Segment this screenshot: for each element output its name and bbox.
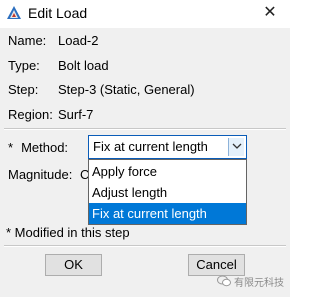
wechat-icon (217, 275, 231, 292)
separator (4, 245, 286, 247)
region-label: Region: (8, 107, 53, 122)
method-select[interactable]: Fix at current length (88, 135, 247, 159)
close-icon[interactable]: ✕ (260, 3, 280, 23)
option-apply-force[interactable]: Apply force (89, 161, 246, 182)
method-select-value: Fix at current length (93, 139, 208, 154)
modified-note: * Modified in this step (6, 225, 130, 240)
name-label: Name: (8, 33, 47, 48)
watermark-text: 有限元科技 (234, 278, 284, 290)
separator (4, 128, 286, 130)
type-value: Bolt load (58, 58, 109, 73)
step-label: Step: (8, 82, 39, 97)
required-marker: * (8, 140, 14, 155)
cancel-button[interactable]: Cancel (188, 254, 245, 276)
ok-button[interactable]: OK (45, 254, 102, 276)
window-title: Edit Load (28, 5, 88, 21)
option-adjust-length[interactable]: Adjust length (89, 182, 246, 203)
type-label: Type: (8, 58, 40, 73)
method-dropdown-list: Apply force Adjust length Fix at current… (88, 159, 247, 225)
edit-load-dialog: Edit Load ✕ Name: Load-2 Type: Bolt load… (0, 0, 290, 297)
chevron-down-icon[interactable] (228, 138, 244, 156)
title-bar: Edit Load ✕ (0, 0, 290, 28)
option-fix-at-current-length[interactable]: Fix at current length (89, 203, 246, 224)
name-value: Load-2 (58, 33, 99, 48)
magnitude-label: Magnitude: (8, 167, 73, 182)
region-value: Surf-7 (58, 107, 94, 122)
method-label: * Method: (8, 140, 68, 156)
abaqus-app-icon (6, 5, 22, 21)
method-label-text: Method: (21, 140, 69, 155)
step-value: Step-3 (Static, General) (58, 82, 195, 97)
watermark: 有限元科技 (217, 275, 284, 292)
